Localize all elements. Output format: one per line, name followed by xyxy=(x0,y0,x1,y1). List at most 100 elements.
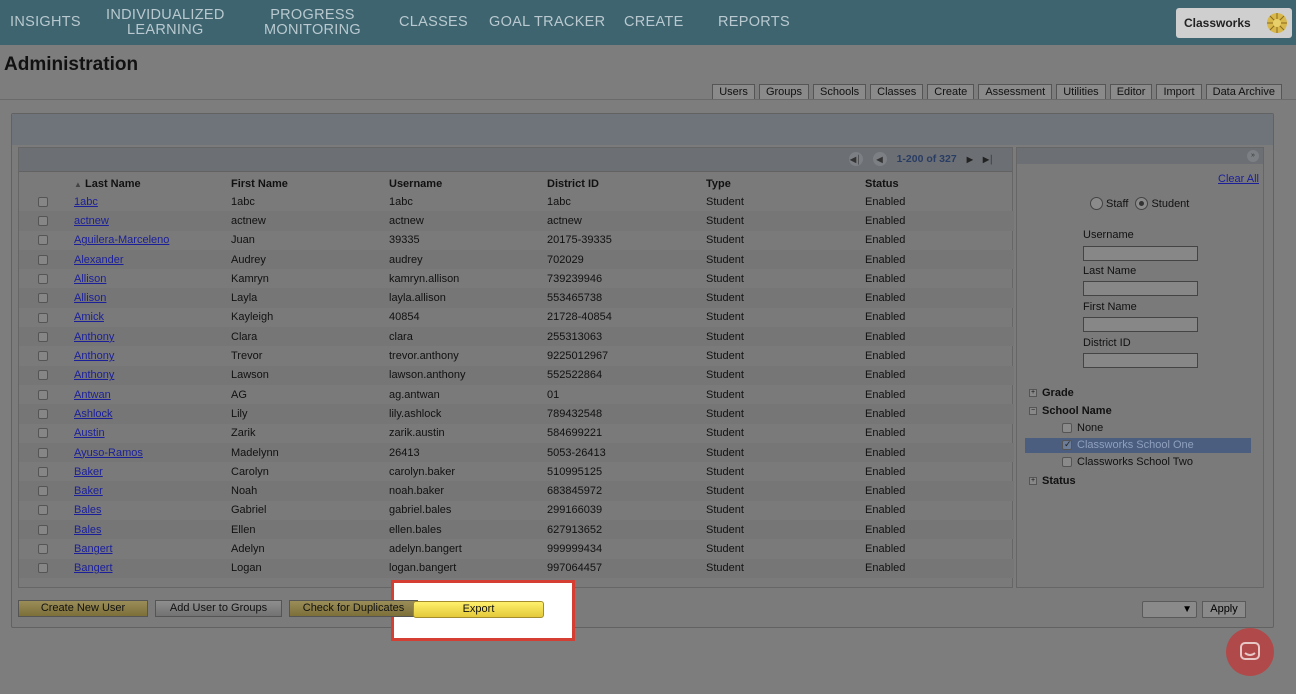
apply-button[interactable]: Apply xyxy=(1202,601,1246,618)
row-checkbox[interactable] xyxy=(38,563,48,574)
table-row[interactable]: Austin Zarik zarik.austin 584699221 Student E… xyxy=(19,424,1014,443)
tab-create[interactable]: Create xyxy=(927,84,975,100)
row-checkbox[interactable] xyxy=(38,544,48,555)
row-checkbox[interactable] xyxy=(38,505,48,516)
prev-page-icon[interactable]: ◀ xyxy=(872,152,887,166)
bulk-action-select[interactable]: ▼ xyxy=(1142,601,1197,618)
row-checkbox[interactable] xyxy=(38,370,48,381)
create-new-user-button[interactable]: Create New User xyxy=(18,600,148,617)
last-page-icon[interactable]: ▶│ xyxy=(983,155,994,164)
tree-option-school-two[interactable]: Classworks School Two xyxy=(1062,456,1193,468)
staff-radio[interactable] xyxy=(1090,197,1103,210)
row-checkbox[interactable] xyxy=(38,312,48,323)
nav-individualized-learning[interactable]: INDIVIDUALIZED LEARNING xyxy=(106,8,225,38)
row-checkbox[interactable] xyxy=(38,254,48,265)
table-row[interactable]: Anthony Trevor trevor.anthony 9225012967 Stu… xyxy=(19,346,1014,365)
clear-all-link[interactable]: Clear All xyxy=(1218,173,1259,185)
nav-reports[interactable]: REPORTS xyxy=(718,15,790,30)
table-row[interactable]: Baker Carolyn carolyn.baker 510995125 Studen… xyxy=(19,462,1014,481)
brand-badge[interactable]: Classworks xyxy=(1176,8,1292,38)
add-user-to-groups-button[interactable]: Add User to Groups xyxy=(155,600,282,617)
nav-progress-monitoring[interactable]: PROGRESS MONITORING xyxy=(264,8,361,38)
row-checkbox[interactable] xyxy=(38,331,48,342)
tab-import[interactable]: Import xyxy=(1156,84,1202,100)
tree-node-school-name[interactable]: − School Name xyxy=(1029,405,1112,417)
table-row[interactable]: Allison Kamryn kamryn.allison 739239946 Stud… xyxy=(19,269,1014,288)
column-header-type[interactable]: Type xyxy=(706,176,865,192)
last-name-link[interactable]: Baker xyxy=(74,481,231,501)
table-row[interactable]: Bales Gabriel gabriel.bales 299166039 Studen… xyxy=(19,501,1014,520)
last-name-link[interactable]: Bangert xyxy=(74,558,231,578)
table-row[interactable]: Alexander Audrey audrey 702029 Student Enable… xyxy=(19,249,1014,270)
tab-editor[interactable]: Editor xyxy=(1109,84,1153,100)
last-name-link[interactable]: Aguilera-Marceleno xyxy=(74,231,231,250)
last-name-filter-input[interactable] xyxy=(1083,281,1198,296)
column-header-first-name[interactable]: First Name xyxy=(231,176,389,192)
table-row[interactable]: Ayuso-Ramos Madelynn 26413 5053-26413 Studen… xyxy=(19,442,1014,463)
last-name-link[interactable]: Bales xyxy=(74,520,231,540)
last-name-link[interactable]: Ayuso-Ramos xyxy=(74,442,231,463)
last-name-link[interactable]: Alexander xyxy=(74,249,231,270)
last-name-link[interactable]: actnew xyxy=(74,211,231,231)
row-checkbox[interactable] xyxy=(38,273,48,284)
username-filter-input[interactable] xyxy=(1083,246,1198,261)
tab-assessment[interactable]: Assessment xyxy=(978,84,1053,100)
column-header-status[interactable]: Status xyxy=(865,176,1014,192)
nav-classes[interactable]: CLASSES xyxy=(399,15,468,30)
tab-utilities[interactable]: Utilities xyxy=(1056,84,1106,100)
tab-data-archive[interactable]: Data Archive xyxy=(1205,84,1282,100)
table-row[interactable]: actnew actnew actnew actnew Student Enabled xyxy=(19,211,1014,231)
last-name-link[interactable]: Allison xyxy=(74,269,231,288)
first-name-filter-input[interactable] xyxy=(1083,317,1198,332)
last-name-link[interactable]: 1abc xyxy=(74,192,231,211)
table-row[interactable]: Baker Noah noah.baker 683845972 Student Enabl… xyxy=(19,481,1014,501)
tab-schools[interactable]: Schools xyxy=(813,84,867,100)
last-name-link[interactable]: Ashlock xyxy=(74,404,231,424)
nav-insights[interactable]: INSIGHTS xyxy=(10,15,81,30)
school-one-checkbox[interactable] xyxy=(1062,439,1072,450)
last-name-link[interactable]: Bangert xyxy=(74,539,231,558)
row-checkbox[interactable] xyxy=(38,409,48,419)
table-row[interactable]: Bales Ellen ellen.bales 627913652 Student Ena… xyxy=(19,520,1014,540)
last-name-link[interactable]: Amick xyxy=(74,308,231,327)
student-radio[interactable] xyxy=(1135,197,1149,210)
table-row[interactable]: Anthony Lawson lawson.anthony 552522864 Stud… xyxy=(19,365,1014,385)
last-name-link[interactable]: Anthony xyxy=(74,365,231,385)
table-row[interactable]: 1abc 1abc 1abc 1abc Student Enabled xyxy=(19,192,1014,211)
last-name-link[interactable]: Anthony xyxy=(74,327,231,347)
column-header-username[interactable]: Username xyxy=(389,176,547,192)
row-checkbox[interactable] xyxy=(38,466,48,477)
school-two-checkbox[interactable] xyxy=(1062,457,1072,467)
table-row[interactable]: Ashlock Lily lily.ashlock 789432548 Student E… xyxy=(19,404,1014,424)
tab-classes[interactable]: Classes xyxy=(870,84,924,100)
row-checkbox[interactable] xyxy=(38,351,48,362)
check-for-duplicates-button[interactable]: Check for Duplicates xyxy=(289,600,418,617)
tree-node-grade[interactable]: + Grade xyxy=(1029,387,1074,399)
tree-option-none[interactable]: None xyxy=(1062,422,1103,434)
expand-icon[interactable]: + xyxy=(1029,389,1037,397)
table-row[interactable]: Antwan AG ag.antwan 01 Student Enabled xyxy=(19,385,1014,404)
district-id-filter-input[interactable] xyxy=(1083,353,1198,368)
next-page-icon[interactable]: ▶ xyxy=(967,155,973,164)
column-header-last-name[interactable]: ▲ Last Name xyxy=(74,176,231,192)
row-checkbox[interactable] xyxy=(38,486,48,497)
last-name-link[interactable]: Baker xyxy=(74,462,231,481)
chat-launcher-button[interactable] xyxy=(1226,628,1274,676)
row-checkbox[interactable] xyxy=(38,196,48,207)
nav-goal-tracker[interactable]: GOAL TRACKER xyxy=(489,15,605,30)
export-button[interactable]: Export xyxy=(413,601,544,618)
nav-create[interactable]: CREATE xyxy=(624,15,684,30)
row-checkbox[interactable] xyxy=(38,428,48,439)
first-page-icon[interactable]: ◀│ xyxy=(848,152,863,166)
table-row[interactable]: Anthony Clara clara 255313063 Student Enabled xyxy=(19,327,1014,347)
table-row[interactable]: Allison Layla layla.allison 553465738 Studen… xyxy=(19,288,1014,308)
table-row[interactable]: Aguilera-Marceleno Juan 39335 20175-39335 St… xyxy=(19,231,1014,250)
none-checkbox[interactable] xyxy=(1062,423,1072,433)
last-name-link[interactable]: Antwan xyxy=(74,385,231,404)
row-checkbox[interactable] xyxy=(38,235,48,246)
table-row[interactable]: Amick Kayleigh 40854 21728-40854 Student Enab… xyxy=(19,308,1014,327)
tree-node-status[interactable]: + Status xyxy=(1029,475,1076,487)
collapse-panel-icon[interactable]: » xyxy=(1247,150,1259,162)
column-header-district-id[interactable]: District ID xyxy=(547,176,706,192)
tab-users[interactable]: Users xyxy=(712,84,755,100)
